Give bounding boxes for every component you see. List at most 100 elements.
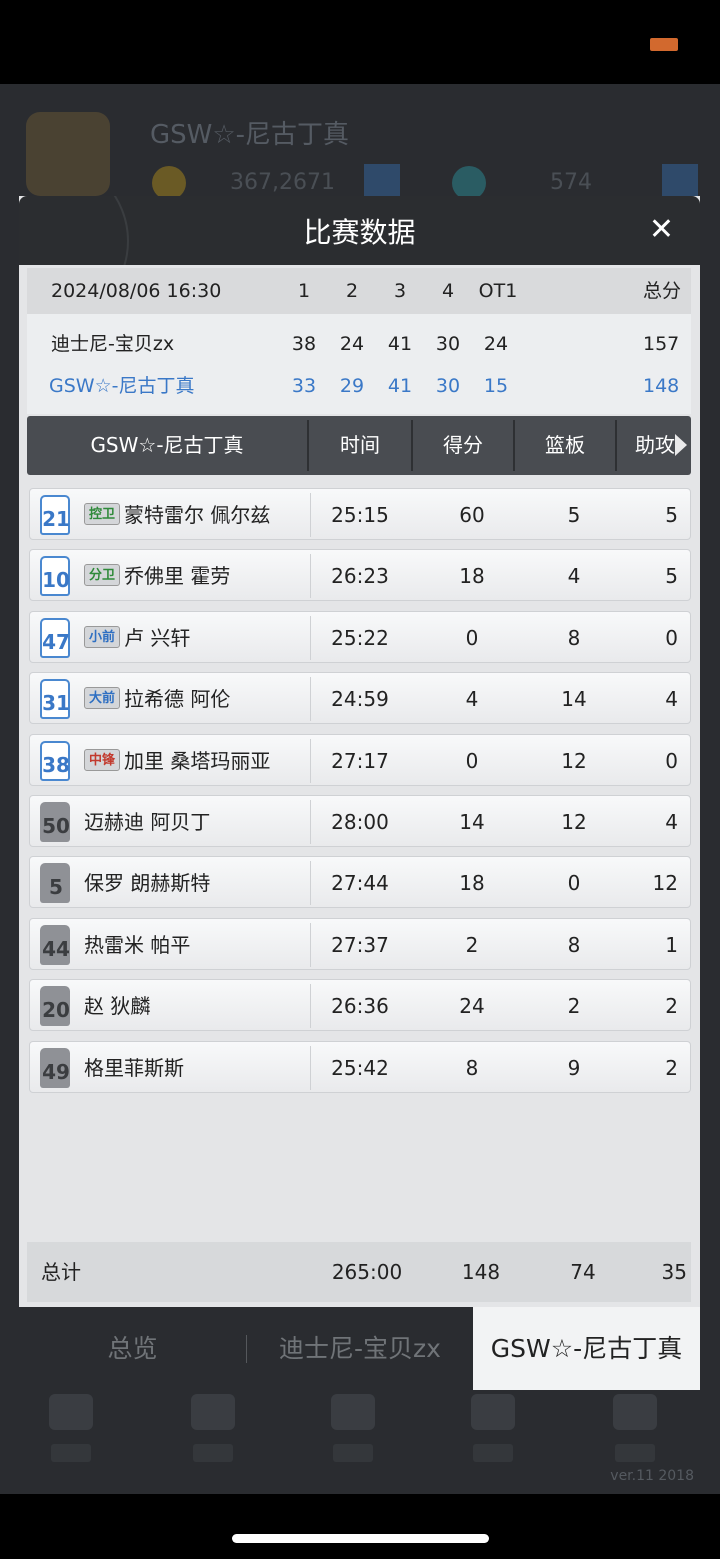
player-name: 乔佛里 霍劳 bbox=[124, 564, 231, 589]
period-score: 41 bbox=[387, 375, 413, 397]
battery-icon bbox=[650, 38, 678, 51]
period-score: 15 bbox=[483, 375, 509, 397]
player-name: 热雷米 帕平 bbox=[84, 932, 191, 957]
player-rebounds: 8 bbox=[567, 625, 581, 650]
player-row[interactable]: 47 小前卢 兴轩 25:22 0 8 0 bbox=[29, 610, 691, 663]
team-name: 迪士尼-宝贝zx bbox=[51, 333, 175, 355]
player-points: 24 bbox=[459, 994, 485, 1019]
player-name: 格里菲斯斯 bbox=[84, 1055, 184, 1080]
player-assists: 1 bbox=[665, 932, 678, 957]
jersey-number: 31 bbox=[42, 691, 70, 716]
player-assists: 0 bbox=[665, 748, 678, 773]
column-header-rebounds[interactable]: 篮板 bbox=[515, 416, 615, 475]
period-label: 3 bbox=[393, 280, 407, 302]
player-row[interactable]: 49 格里菲斯斯 25:42 8 9 2 bbox=[29, 1040, 691, 1093]
player-assists: 12 bbox=[652, 871, 678, 896]
jersey-number: 38 bbox=[42, 752, 70, 777]
player-rebounds: 2 bbox=[567, 994, 581, 1019]
player-points: 0 bbox=[465, 748, 479, 773]
player-points: 18 bbox=[459, 564, 485, 589]
player-rebounds: 9 bbox=[567, 1055, 581, 1080]
player-assists: 4 bbox=[665, 687, 678, 712]
period-score: 24 bbox=[339, 333, 365, 355]
player-points: 0 bbox=[465, 625, 479, 650]
player-row[interactable]: 50 迈赫迪 阿贝丁 28:00 14 12 4 bbox=[29, 795, 691, 847]
player-name: 迈赫迪 阿贝丁 bbox=[84, 810, 211, 834]
player-row[interactable]: 21 控卫 蒙特雷尔 佩尔兹 25:15 60 5 5 bbox=[29, 488, 691, 540]
period-score: 41 bbox=[387, 333, 413, 355]
match-stats-dialog: 比赛数据 ✕ 2024/08/06 16:30 1 2 3 4 OT1 总分 迪… bbox=[19, 196, 700, 1390]
gem-icon bbox=[452, 166, 486, 200]
player-points: 8 bbox=[465, 1055, 479, 1080]
team-name: GSW☆-尼古丁真 bbox=[49, 375, 195, 397]
period-score: 30 bbox=[435, 375, 461, 397]
player-name: 拉希德 阿伦 bbox=[124, 687, 231, 712]
period-score: 38 bbox=[291, 333, 317, 355]
player-rebounds: 0 bbox=[567, 871, 581, 896]
tab-overview[interactable]: 总览 bbox=[19, 1307, 246, 1390]
period-label: OT1 bbox=[478, 280, 518, 302]
player-name: 加里 桑塔玛丽亚 bbox=[124, 748, 271, 773]
home-indicator[interactable] bbox=[232, 1534, 489, 1543]
column-header-assists[interactable]: 助攻 bbox=[617, 416, 677, 475]
period-label: 2 bbox=[345, 280, 359, 302]
arrow-right-icon[interactable] bbox=[675, 434, 687, 456]
player-time: 25:42 bbox=[331, 1055, 389, 1080]
period-label: 4 bbox=[441, 280, 455, 302]
totals-row: 总计 265:00 148 74 35 bbox=[27, 1242, 691, 1302]
close-icon[interactable]: ✕ bbox=[649, 212, 674, 248]
player-rebounds: 8 bbox=[567, 932, 581, 957]
jersey-number: 49 bbox=[42, 1059, 70, 1084]
version-label: ver.11 2018 bbox=[610, 1468, 694, 1484]
player-row[interactable]: 44 热雷米 帕平 27:37 2 8 1 bbox=[29, 917, 691, 970]
jersey-number: 20 bbox=[42, 998, 70, 1023]
player-name: 赵 狄麟 bbox=[84, 994, 151, 1019]
add-gem-button bbox=[662, 164, 698, 200]
player-row[interactable]: 10 分卫 乔佛里 霍劳 26:23 18 4 5 bbox=[29, 549, 691, 602]
period-score: 30 bbox=[435, 333, 461, 355]
player-name: 卢 兴轩 bbox=[124, 625, 191, 650]
player-rebounds: 5 bbox=[567, 503, 581, 527]
totals-label: 总计 bbox=[41, 1260, 81, 1284]
player-assists: 4 bbox=[665, 810, 678, 834]
player-time: 27:17 bbox=[331, 748, 389, 773]
player-name: 保罗 朗赫斯特 bbox=[84, 871, 211, 896]
player-assists: 5 bbox=[665, 503, 678, 527]
player-rebounds: 12 bbox=[561, 810, 587, 834]
team-logo bbox=[26, 112, 110, 196]
tab-home-team[interactable]: GSW☆-尼古丁真 bbox=[473, 1307, 700, 1390]
jersey-number: 5 bbox=[49, 875, 63, 900]
position-badge: 大前 bbox=[84, 687, 120, 710]
player-points: 14 bbox=[459, 810, 485, 834]
player-assists: 2 bbox=[665, 1055, 678, 1080]
game-datetime: 2024/08/06 16:30 bbox=[51, 280, 222, 302]
totals-assists: 35 bbox=[661, 1260, 687, 1284]
player-points: 18 bbox=[459, 871, 485, 896]
totals-time: 265:00 bbox=[331, 1260, 403, 1284]
jersey-number: 10 bbox=[42, 568, 70, 593]
jersey-number: 47 bbox=[42, 629, 70, 654]
player-time: 27:37 bbox=[331, 932, 389, 957]
player-time: 26:36 bbox=[331, 994, 389, 1019]
player-time: 25:22 bbox=[331, 625, 389, 650]
player-stats-header: GSW☆-尼古丁真 时间 得分 篮板 助攻 bbox=[27, 416, 691, 475]
player-rebounds: 14 bbox=[561, 687, 587, 712]
position-badge: 小前 bbox=[84, 625, 120, 648]
position-badge: 中锋 bbox=[84, 748, 120, 771]
player-assists: 0 bbox=[665, 625, 678, 650]
tab-away-team[interactable]: 迪士尼-宝贝zx bbox=[247, 1307, 473, 1390]
total-label: 总分 bbox=[643, 280, 682, 302]
player-name: 蒙特雷尔 佩尔兹 bbox=[124, 503, 271, 527]
player-row[interactable]: 5 保罗 朗赫斯特 27:44 18 0 12 bbox=[29, 856, 691, 909]
player-rebounds: 12 bbox=[561, 748, 587, 773]
column-header-points[interactable]: 得分 bbox=[413, 416, 513, 475]
dialog-title: 比赛数据 bbox=[303, 216, 416, 249]
column-header-time[interactable]: 时间 bbox=[309, 416, 411, 475]
player-row[interactable]: 20 赵 狄麟 26:36 24 2 2 bbox=[29, 979, 691, 1032]
player-time: 26:23 bbox=[331, 564, 389, 589]
coin-amount: 367,2671 bbox=[230, 170, 335, 195]
period-score: 24 bbox=[483, 333, 509, 355]
player-row[interactable]: 38 中锋 加里 桑塔玛丽亚 27:17 0 12 0 bbox=[29, 733, 691, 786]
player-row[interactable]: 31 大前 拉希德 阿伦 24:59 4 14 4 bbox=[29, 672, 691, 725]
position-badge: 分卫 bbox=[84, 564, 120, 587]
